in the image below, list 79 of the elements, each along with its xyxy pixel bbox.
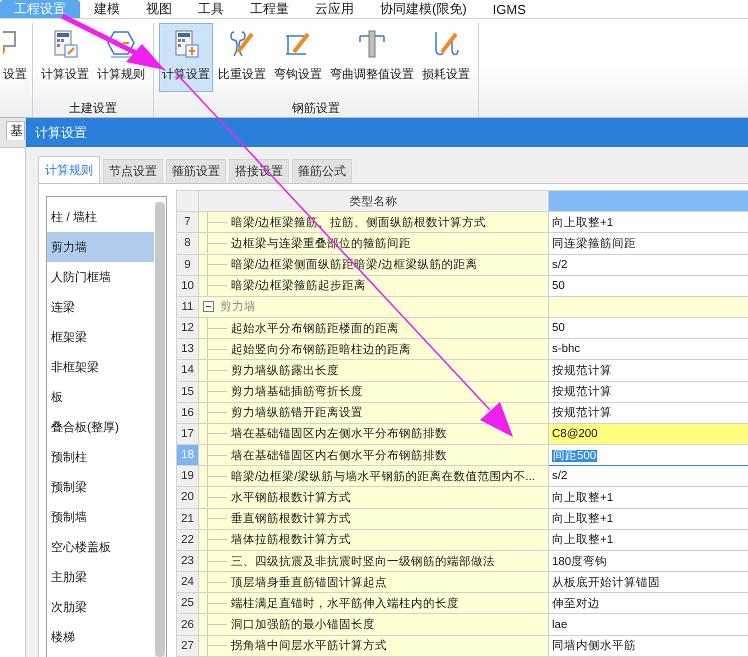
category-item[interactable]: 预制墙 [47,502,154,532]
tab[interactable]: 计算规则 [38,156,100,183]
row-number: 11 [176,296,198,318]
category-item[interactable]: 连梁 [47,292,154,322]
scrollbar[interactable] [155,202,165,657]
menu-tab[interactable]: 工具 [186,0,236,18]
setting-name: 剪力墙纵筋错开距离设置 [231,405,363,420]
row-number: 8 [176,232,198,254]
category-item[interactable]: 柱 / 墙柱 [47,202,154,232]
menu-tab[interactable]: 工程量 [238,0,301,18]
row-number: 24 [176,572,198,593]
group-label: 钢筋设置 [292,100,340,117]
category-item[interactable]: 楼梯 [47,622,154,652]
tab[interactable]: 节点设置 [103,159,163,183]
setting-name: 三、四级抗震及非抗震时竖向一级钢筋的端部做法 [231,554,495,568]
row-number: 19 [176,466,198,487]
setting-name: 水平钢筋根数计算方式 [231,490,351,505]
setting-name: 垂直钢筋根数计算方式 [231,511,351,526]
row-number: 14 [176,360,198,382]
row-number: 10 [176,275,198,296]
menu-tab[interactable]: 建模 [82,0,132,18]
row-number: 25 [176,592,198,614]
group-label: 土建设置 [69,100,117,117]
ribbon-button[interactable]: 比重设置 [215,23,269,92]
row-number: 20 [176,486,198,508]
row-number: 9 [176,254,198,276]
menu-tab[interactable]: IGMS [480,0,538,18]
row-number: 17 [176,423,198,445]
category-item[interactable]: 非框架梁 [47,352,154,382]
setting-name: 起始水平分布钢筋距楼面的距离 [231,321,399,336]
setting-value[interactable]: C8@200 [548,423,748,445]
tab[interactable]: 箍筋设置 [166,159,226,183]
row-number: 21 [176,508,198,530]
ribbon-button[interactable]: 弯钩设置 [271,23,325,92]
setting-name: 墙在基础锚固区内左侧水平分布钢筋排数 [231,426,447,442]
setting-name: 暗梁/边框梁/梁纵筋与墙水平钢筋的距离在数值范围内不... [231,469,535,484]
row-number: 12 [176,318,198,339]
category-item[interactable]: 主肋梁 [47,562,154,592]
setting-name: 顶层墙身垂直筋锚固计算起点 [231,575,387,590]
document-tab[interactable]: 基 [6,121,25,140]
category-item[interactable]: 预制柱 [47,442,154,472]
column-header: 类型名称 [198,190,548,212]
group-name: 剪力墙 [220,299,256,314]
setting-name: 剪力墙纵筋露出长度 [231,363,339,378]
category-item[interactable]: 人防门框墙 [47,262,154,292]
menu-tab[interactable]: 视图 [134,0,184,18]
row-number: 26 [176,614,198,636]
setting-name: 墙在基础锚固区内右侧水平分布钢筋排数 [231,448,447,463]
row-number: 16 [176,402,198,424]
row-number: 22 [176,529,198,550]
setting-name: 墙体拉筋根数计算方式 [231,532,351,548]
tab[interactable]: 箍筋公式 [292,159,352,183]
row-number: 7 [176,212,198,233]
ribbon-button[interactable]: 损耗设置 [419,23,473,92]
row-number: 23 [176,550,198,572]
setting-name: 剪力墙基础插筋弯折长度 [231,384,363,400]
category-item[interactable]: 预制梁 [47,472,154,502]
menu-tab[interactable]: 云应用 [303,0,366,18]
setting-name: 暗梁/边框梁箍筋起步距离 [231,278,366,294]
row-number: 15 [176,381,198,402]
category-item[interactable]: 次肋梁 [47,592,154,622]
row-number: 13 [176,338,198,360]
setting-name: 洞口加强筋的最小锚固长度 [231,618,375,632]
ribbon-button[interactable]: 设置 [2,23,32,93]
category-item[interactable]: 框架梁 [47,322,154,352]
category-item[interactable]: 空心楼盖板 [47,532,154,562]
setting-name: 拐角墙中间层水平筋计算方式 [231,638,387,654]
category-item[interactable]: 剪力墙 [47,232,154,262]
ribbon-button[interactable]: 弯曲调整值设置 [327,23,417,92]
menu-tab[interactable]: 协同建模(限免) [368,0,479,18]
ribbon-button[interactable]: 计算设置 [38,23,92,92]
row-number: 27 [176,635,198,656]
setting-name: 起始竖向分布钢筋距暗柱边的距离 [231,342,411,357]
dialog-title: 计算设置 [26,118,748,147]
category-item[interactable]: 叠合板(整厚) [47,412,154,442]
category-item[interactable]: 板 [47,382,154,412]
collapse-icon[interactable] [203,301,214,312]
row-number: 18 [176,444,198,466]
setting-name: 端柱满足直锚时，水平筋伸入端柱内的长度 [231,596,459,611]
